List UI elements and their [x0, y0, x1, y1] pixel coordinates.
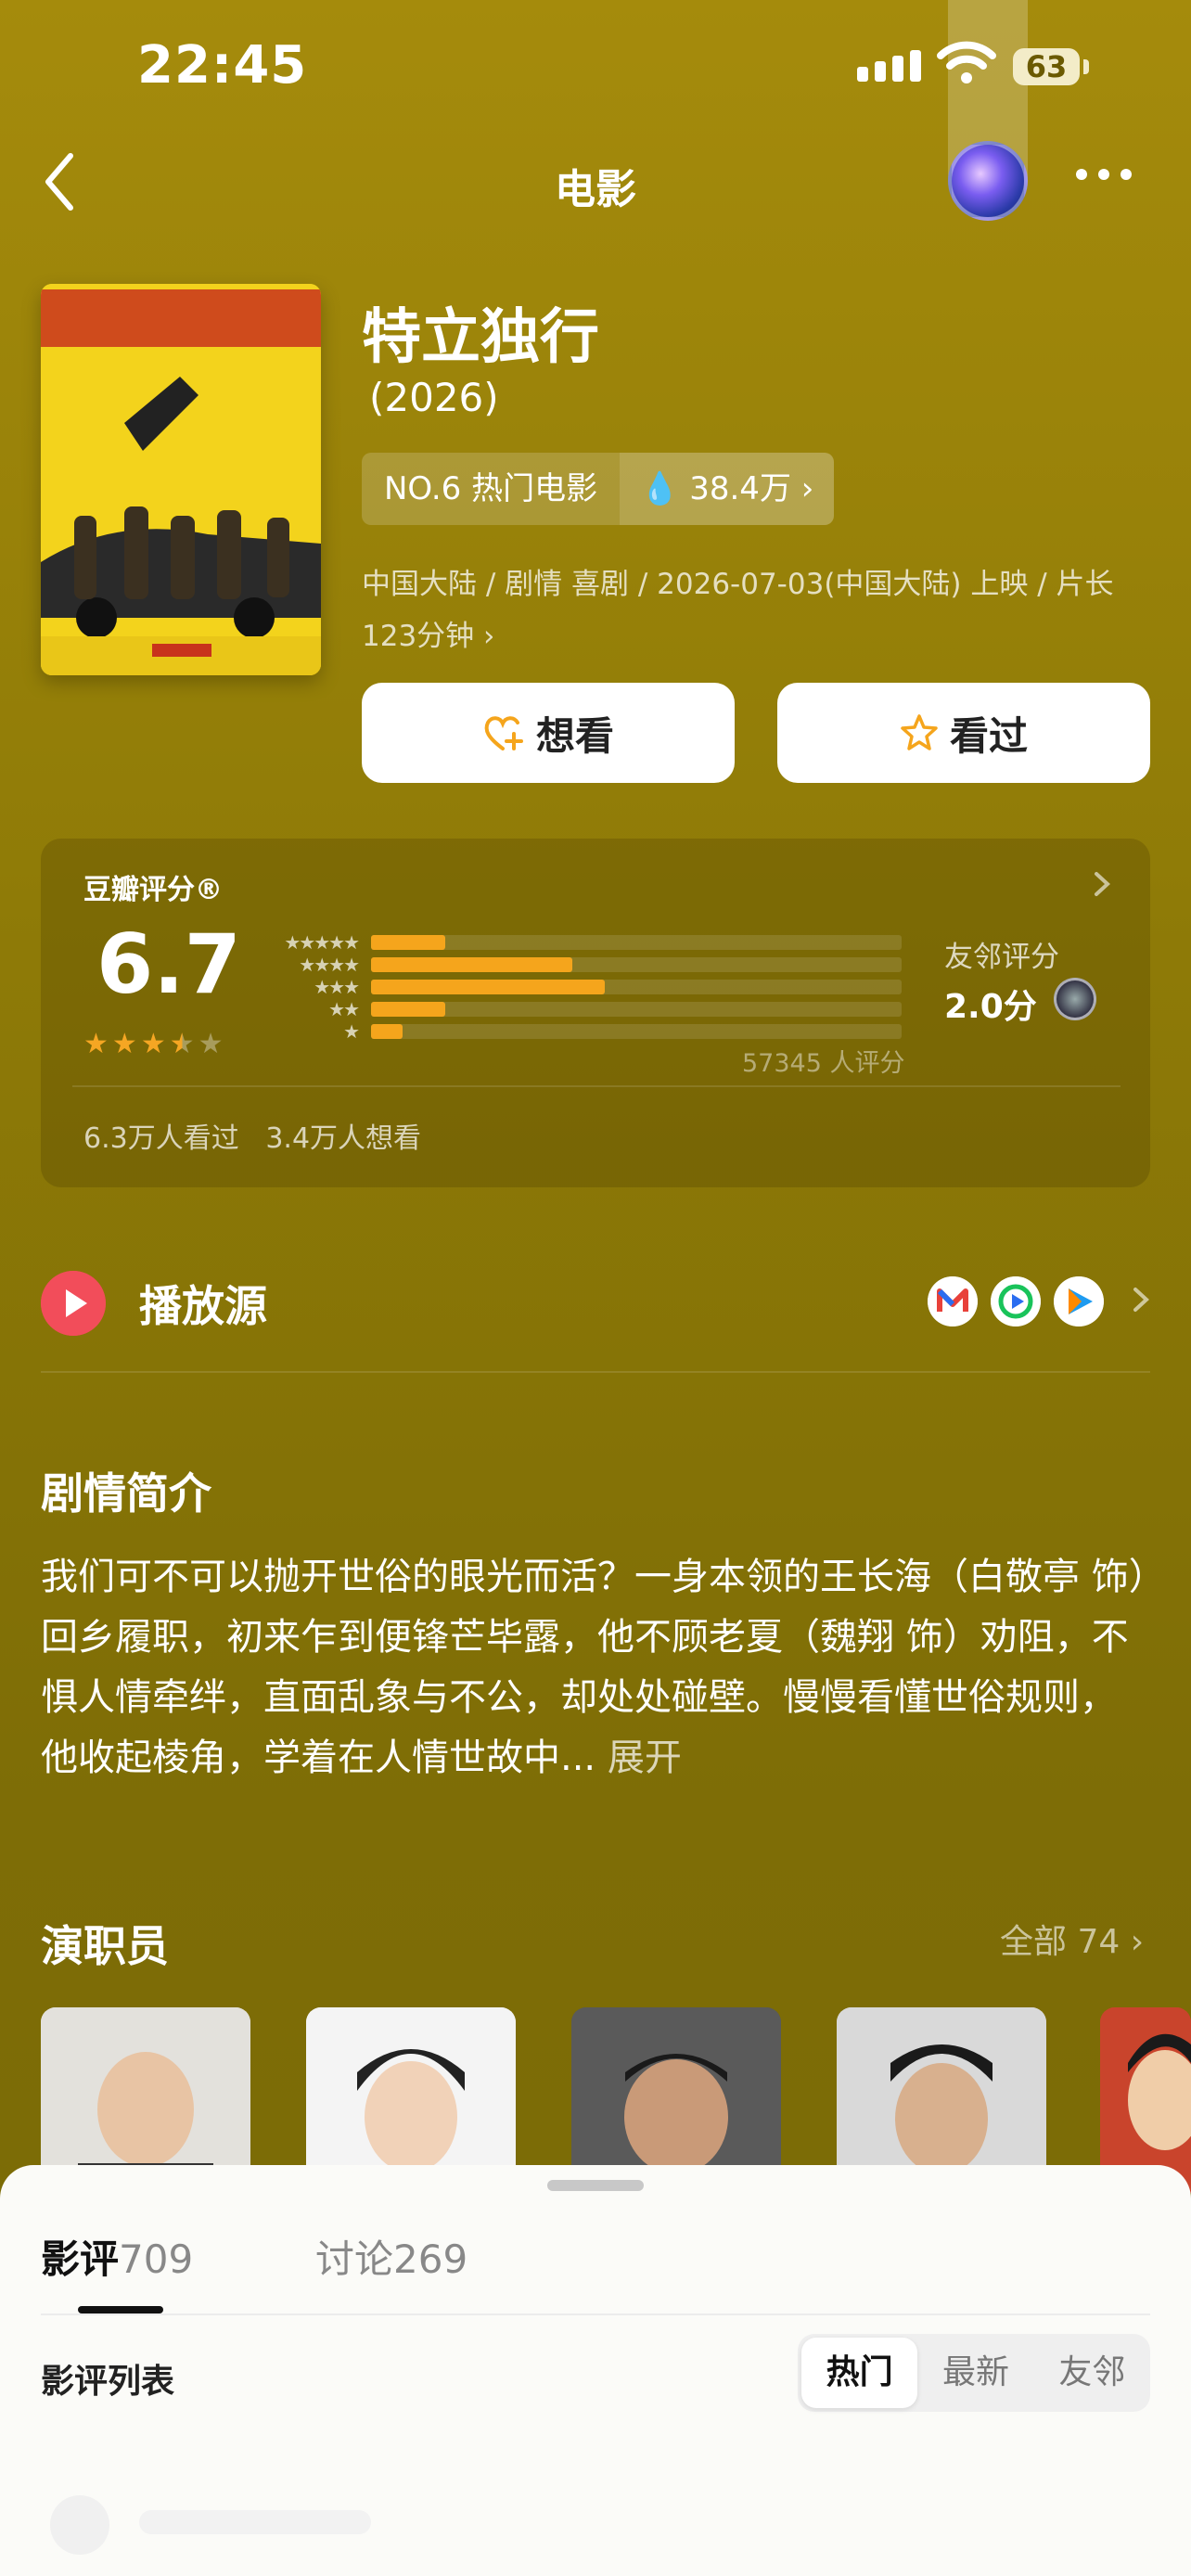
- cast-heading: 演职员: [41, 1921, 169, 1971]
- four-stars-icon: ★★★★: [299, 954, 360, 976]
- star-outline-icon: [901, 714, 938, 750]
- rating-bar-5: ★★★★★: [256, 931, 902, 954]
- friends-rating-score: 2.0分: [944, 988, 1037, 1026]
- expand-link[interactable]: 展开: [608, 1737, 682, 1779]
- watch-stats: 6.3万人看过 3.4万人想看: [83, 1115, 421, 1156]
- friends-rating-label: 友邻评分: [944, 941, 1059, 974]
- watched-label: 看过: [949, 712, 1028, 759]
- cast-all-link[interactable]: 全部 74 ›: [1000, 1915, 1144, 1963]
- two-stars-icon: ★★: [328, 998, 360, 1020]
- iqiyi-icon[interactable]: [991, 1276, 1041, 1326]
- rating-stars: ★ ★ ★ ★ ★: [83, 1028, 224, 1060]
- movie-meta[interactable]: 中国大陆 / 剧情 喜剧 / 2026-07-03(中国大陆) 上映 / 片长 …: [362, 558, 1159, 662]
- bar-fill: [371, 980, 605, 994]
- star-full-icon: ★: [83, 1028, 109, 1060]
- loading-avatar-placeholder: [50, 2495, 109, 2555]
- tab-reviews[interactable]: 影评709: [41, 2228, 193, 2285]
- rating-bar-2: ★★: [256, 998, 902, 1020]
- heat-value: 38.4万: [689, 470, 791, 507]
- rating-count: 57345 人评分: [742, 1049, 905, 1078]
- tencent-video-icon[interactable]: [1054, 1276, 1104, 1326]
- bar-fill: [371, 935, 446, 950]
- movie-poster[interactable]: [41, 284, 321, 675]
- rating-bar-4: ★★★★: [256, 954, 902, 976]
- meta-line-1: 中国大陆 / 剧情 喜剧 / 2026-07-03(中国大陆) 上映 / 片长: [362, 568, 1114, 601]
- sort-hot[interactable]: 热门: [801, 2338, 918, 2408]
- sort-latest[interactable]: 最新: [917, 2334, 1033, 2412]
- tab-discussion[interactable]: 讨论269: [315, 2228, 467, 2285]
- divider: [72, 1085, 1121, 1087]
- friend-avatar[interactable]: [1054, 978, 1096, 1020]
- chevron-right-icon: ›: [800, 470, 814, 507]
- watched-button[interactable]: 看过: [777, 683, 1150, 783]
- star-full-icon: ★: [111, 1028, 137, 1060]
- divider: [41, 2313, 1150, 2315]
- star-half-icon: ★: [169, 1028, 195, 1060]
- bar-fill: [371, 1024, 403, 1039]
- mango-tv-icon[interactable]: [928, 1276, 978, 1326]
- user-avatar[interactable]: [948, 141, 1028, 221]
- ranking-badge[interactable]: NO.6 热门电影 💧 38.4万 ›: [362, 453, 835, 525]
- battery-indicator: 63: [1013, 48, 1080, 85]
- reviews-count: 709: [119, 2236, 194, 2282]
- want-label: 想看: [535, 712, 614, 759]
- rating-score: 6.7: [96, 916, 241, 1012]
- sheet-drag-handle[interactable]: [547, 2180, 644, 2191]
- loading-text-placeholder: [139, 2510, 371, 2534]
- chevron-right-icon: [1095, 872, 1110, 896]
- sort-segmented-control: 热门 最新 友邻: [798, 2334, 1150, 2412]
- seen-count: 6.3万人看过: [83, 1122, 239, 1155]
- heart-plus-icon: [484, 716, 523, 750]
- movie-detail-page: 22:45 63 电影 特立独行 (2026) NO.6 热门电影 💧 38.4…: [0, 0, 1191, 2576]
- status-time: 22:45: [137, 35, 308, 96]
- bar-fill: [371, 1002, 446, 1017]
- douban-rating-label: 豆瓣评分®: [83, 874, 223, 906]
- movie-title: 特立独行: [362, 303, 599, 372]
- five-stars-icon: ★★★★★: [284, 931, 360, 954]
- wifi-icon: [937, 41, 996, 83]
- play-icon[interactable]: [41, 1271, 106, 1336]
- chevron-right-icon: ›: [1130, 1923, 1145, 1961]
- discussion-count: 269: [393, 2236, 468, 2282]
- want-count: 3.4万人想看: [265, 1122, 422, 1155]
- sort-friends[interactable]: 友邻: [1034, 2334, 1150, 2412]
- rating-bar-3: ★★★: [256, 976, 902, 998]
- meta-line-2: 123分钟 ›: [362, 620, 495, 653]
- movie-year: (2026): [369, 375, 499, 420]
- synopsis-body: 我们可不可以抛开世俗的眼光而活？一身本领的王长海（白敬亭 饰）回乡履职，初来乍到…: [41, 1556, 1147, 1779]
- poster-artwork: [41, 284, 321, 675]
- divider: [41, 1371, 1150, 1373]
- more-options-icon[interactable]: [1076, 169, 1132, 180]
- chevron-right-icon[interactable]: [1130, 1286, 1152, 1314]
- star-empty-icon: ★: [198, 1028, 224, 1060]
- synopsis-heading: 剧情简介: [41, 1468, 211, 1519]
- three-stars-icon: ★★★: [314, 976, 360, 998]
- star-full-icon: ★: [140, 1028, 166, 1060]
- synopsis-text[interactable]: 我们可不可以抛开世俗的眼光而活？一身本领的王长海（白敬亭 饰）回乡履职，初来乍到…: [41, 1547, 1150, 1788]
- review-list-label: 影评列表: [41, 2363, 175, 2401]
- rating-bar-1: ★: [256, 1020, 902, 1043]
- chevron-right-icon: ›: [483, 620, 495, 653]
- flame-icon: 💧: [640, 470, 680, 507]
- bar-fill: [371, 957, 573, 972]
- one-star-icon: ★: [343, 1020, 360, 1043]
- active-tab-indicator: [78, 2306, 163, 2313]
- cellular-signal-icon: [857, 50, 921, 82]
- heat-badge: 💧 38.4万 ›: [620, 453, 835, 525]
- rank-label: NO.6 热门电影: [384, 470, 598, 507]
- battery-tip-icon: [1083, 59, 1089, 74]
- play-source-label[interactable]: 播放源: [139, 1273, 267, 1334]
- want-to-watch-button[interactable]: 想看: [362, 683, 735, 783]
